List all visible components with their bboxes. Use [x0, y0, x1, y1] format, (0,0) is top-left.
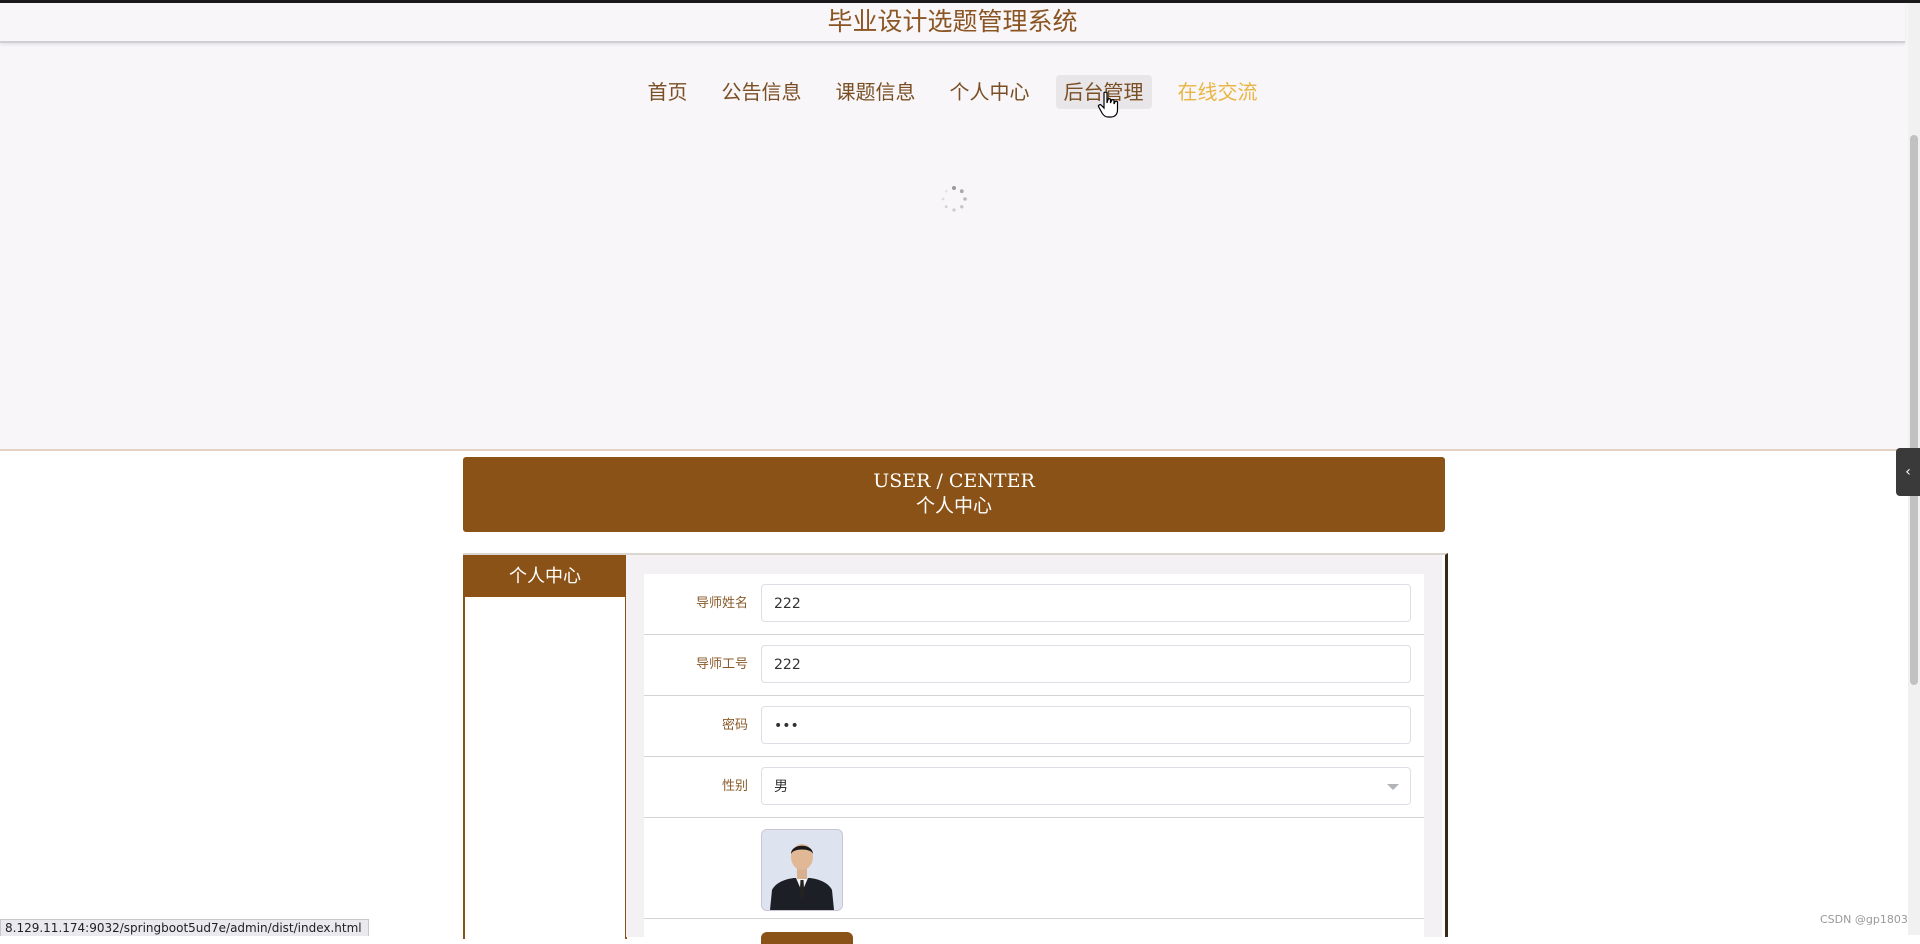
password-label: 密码 — [721, 718, 748, 733]
main-nav: 首页 公告信息 课题信息 个人中心 后台管理 在线交流 — [0, 75, 1905, 109]
chevron-down-icon — [1387, 784, 1399, 790]
page-scrollbar-thumb[interactable] — [1910, 135, 1918, 685]
status-bar-url: 8.129.11.174:9032/springboot5ud7e/admin/… — [0, 919, 369, 936]
update-button[interactable] — [761, 932, 853, 944]
teacher-id-label: 导师工号 — [695, 657, 748, 672]
teacher-name-input[interactable]: 222 — [761, 584, 1411, 622]
nav-item-personal-center[interactable]: 个人中心 — [942, 75, 1038, 109]
site-title: 毕业设计选题管理系统 — [827, 7, 1078, 36]
nav-item-announcements[interactable]: 公告信息 — [714, 75, 810, 109]
gender-select[interactable]: 男 — [761, 767, 1411, 805]
side-panel-toggle[interactable]: ‹ — [1896, 448, 1920, 496]
avatar-image[interactable] — [761, 829, 843, 911]
form-row-gender: 性别 男 — [644, 757, 1424, 818]
banner-title-cn: 个人中心 — [915, 495, 992, 517]
password-input[interactable]: ••• — [761, 706, 1411, 744]
gender-select-value: 男 — [774, 779, 788, 795]
nav-item-topics[interactable]: 课题信息 — [828, 75, 924, 109]
site-header: 毕业设计选题管理系统 首页 公告信息 课题信息 个人中心 后台管理 在线交流 — [0, 3, 1920, 451]
person-photo-icon — [762, 830, 842, 910]
watermark: CSDN @gp1803 — [1820, 913, 1908, 926]
hand-cursor-icon — [1097, 91, 1119, 118]
banner-title-en: USER / CENTER — [873, 470, 1035, 492]
form-row-avatar — [644, 818, 1424, 919]
sidebar-item-personal-center[interactable]: 个人中心 — [465, 557, 625, 597]
teacher-id-input[interactable]: 222 — [761, 645, 1411, 683]
page-banner: USER / CENTER 个人中心 — [463, 457, 1445, 532]
gender-label: 性别 — [721, 779, 748, 794]
sidebar: 个人中心 — [463, 555, 627, 939]
form-row-teacher-name: 导师姓名 222 — [644, 574, 1424, 635]
form-row-password: 密码 ••• — [644, 696, 1424, 757]
teacher-name-label: 导师姓名 — [695, 596, 748, 611]
nav-item-online-chat[interactable]: 在线交流 — [1170, 75, 1266, 109]
loading-spinner-icon — [941, 186, 967, 212]
nav-item-home[interactable]: 首页 — [640, 75, 696, 109]
profile-form: 导师姓名 222 导师工号 222 密码 ••• 性别 男 — [644, 574, 1424, 944]
personal-center-content: 个人中心 导师姓名 222 导师工号 222 密码 ••• 性别 男 — [463, 553, 1448, 944]
title-bar: 毕业设计选题管理系统 — [0, 3, 1905, 43]
chevron-left-icon: ‹ — [1905, 464, 1911, 480]
profile-form-area: 导师姓名 222 导师工号 222 密码 ••• 性别 男 — [626, 555, 1442, 944]
form-row-teacher-id: 导师工号 222 — [644, 635, 1424, 696]
